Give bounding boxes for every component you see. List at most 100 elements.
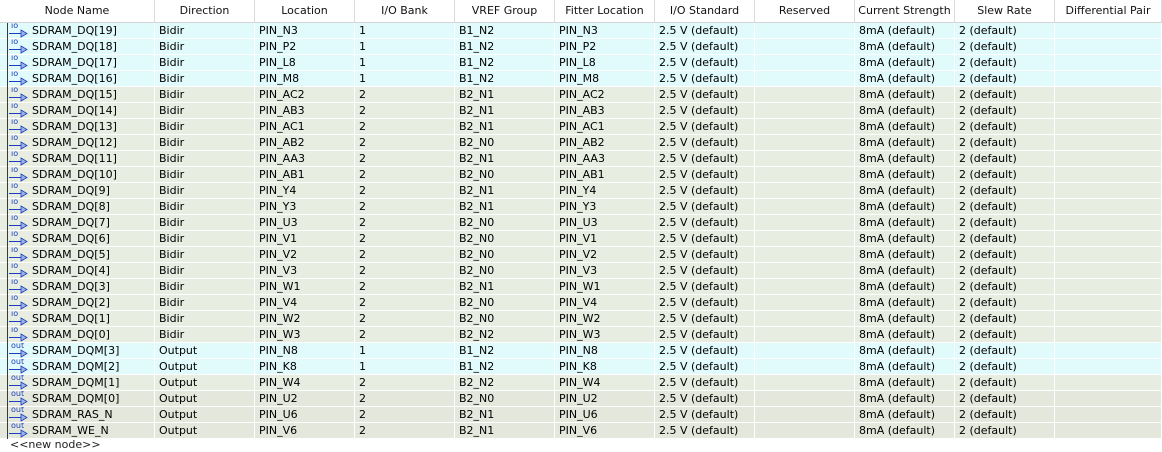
cell-differential-pair[interactable] [1055, 103, 1162, 119]
table-row[interactable]: io SDRAM_DQ[15] Bidir PIN_AC2 2 B2_N1 PIN_AC2 2… [0, 87, 1162, 103]
cell-io-standard[interactable]: 2.5 V (default) [655, 199, 755, 215]
cell-location[interactable]: PIN_AB3 [255, 103, 355, 119]
column-header-differential-pair[interactable]: Differential Pair [1055, 0, 1162, 22]
cell-io-bank[interactable]: 2 [355, 247, 455, 263]
cell-node-name[interactable]: io SDRAM_DQ[5] [0, 247, 155, 263]
cell-location[interactable]: PIN_U6 [255, 407, 355, 423]
cell-io-standard[interactable]: 2.5 V (default) [655, 263, 755, 279]
cell-differential-pair[interactable] [1055, 87, 1162, 103]
cell-node-name[interactable]: io SDRAM_DQ[15] [0, 87, 155, 103]
cell-io-bank[interactable]: 2 [355, 167, 455, 183]
cell-current-strength[interactable]: 8mA (default) [855, 343, 955, 359]
cell-differential-pair[interactable] [1055, 183, 1162, 199]
cell-slew-rate[interactable]: 2 (default) [955, 391, 1055, 407]
cell-fitter-location[interactable]: PIN_Y4 [555, 183, 655, 199]
cell-location[interactable]: PIN_V6 [255, 423, 355, 439]
cell-vref-group[interactable]: B2_N2 [455, 327, 555, 343]
cell-location[interactable]: PIN_AC1 [255, 119, 355, 135]
cell-current-strength[interactable]: 8mA (default) [855, 23, 955, 39]
cell-io-standard[interactable]: 2.5 V (default) [655, 87, 755, 103]
cell-fitter-location[interactable]: PIN_V1 [555, 231, 655, 247]
cell-current-strength[interactable]: 8mA (default) [855, 247, 955, 263]
cell-direction[interactable]: Bidir [155, 295, 255, 311]
cell-fitter-location[interactable]: PIN_AB2 [555, 135, 655, 151]
cell-location[interactable]: PIN_P2 [255, 39, 355, 55]
cell-slew-rate[interactable]: 2 (default) [955, 87, 1055, 103]
cell-io-standard[interactable]: 2.5 V (default) [655, 375, 755, 391]
cell-current-strength[interactable]: 8mA (default) [855, 55, 955, 71]
cell-reserved[interactable] [755, 23, 855, 39]
cell-reserved[interactable] [755, 55, 855, 71]
cell-location[interactable]: PIN_W4 [255, 375, 355, 391]
cell-io-standard[interactable]: 2.5 V (default) [655, 119, 755, 135]
cell-location[interactable]: PIN_U3 [255, 215, 355, 231]
cell-node-name[interactable]: io SDRAM_DQ[9] [0, 183, 155, 199]
cell-io-standard[interactable]: 2.5 V (default) [655, 247, 755, 263]
cell-fitter-location[interactable]: PIN_V6 [555, 423, 655, 439]
cell-slew-rate[interactable]: 2 (default) [955, 407, 1055, 423]
cell-current-strength[interactable]: 8mA (default) [855, 391, 955, 407]
cell-differential-pair[interactable] [1055, 247, 1162, 263]
table-row[interactable]: io SDRAM_DQ[1] Bidir PIN_W2 2 B2_N0 PIN_W2 2.5 … [0, 311, 1162, 327]
cell-location[interactable]: PIN_AA3 [255, 151, 355, 167]
table-row[interactable]: out SDRAM_DQM[2] Output PIN_K8 1 B1_N2 PIN_K8 2… [0, 359, 1162, 375]
cell-io-bank[interactable]: 1 [355, 55, 455, 71]
cell-direction[interactable]: Bidir [155, 215, 255, 231]
table-row[interactable]: io SDRAM_DQ[12] Bidir PIN_AB2 2 B2_N0 PIN_AB2 2… [0, 135, 1162, 151]
cell-direction[interactable]: Output [155, 375, 255, 391]
cell-current-strength[interactable]: 8mA (default) [855, 87, 955, 103]
cell-io-bank[interactable]: 2 [355, 231, 455, 247]
cell-io-bank[interactable]: 2 [355, 423, 455, 439]
cell-direction[interactable]: Bidir [155, 279, 255, 295]
cell-vref-group[interactable]: B2_N0 [455, 263, 555, 279]
cell-node-name[interactable]: io SDRAM_DQ[14] [0, 103, 155, 119]
cell-slew-rate[interactable]: 2 (default) [955, 311, 1055, 327]
cell-reserved[interactable] [755, 247, 855, 263]
cell-reserved[interactable] [755, 375, 855, 391]
cell-io-standard[interactable]: 2.5 V (default) [655, 343, 755, 359]
cell-node-name[interactable]: io SDRAM_DQ[1] [0, 311, 155, 327]
cell-vref-group[interactable]: B2_N0 [455, 295, 555, 311]
cell-slew-rate[interactable]: 2 (default) [955, 247, 1055, 263]
cell-location[interactable]: PIN_AC2 [255, 87, 355, 103]
cell-io-bank[interactable]: 2 [355, 87, 455, 103]
cell-current-strength[interactable]: 8mA (default) [855, 375, 955, 391]
cell-direction[interactable]: Bidir [155, 55, 255, 71]
cell-io-bank[interactable]: 2 [355, 103, 455, 119]
cell-reserved[interactable] [755, 103, 855, 119]
cell-differential-pair[interactable] [1055, 151, 1162, 167]
cell-slew-rate[interactable]: 2 (default) [955, 151, 1055, 167]
column-header-vref-group[interactable]: VREF Group [455, 0, 555, 22]
cell-io-bank[interactable]: 1 [355, 39, 455, 55]
table-row[interactable]: io SDRAM_DQ[19] Bidir PIN_N3 1 B1_N2 PIN_N3 2.5… [0, 23, 1162, 39]
cell-current-strength[interactable]: 8mA (default) [855, 295, 955, 311]
cell-io-bank[interactable]: 2 [355, 199, 455, 215]
cell-fitter-location[interactable]: PIN_U2 [555, 391, 655, 407]
cell-io-bank[interactable]: 2 [355, 119, 455, 135]
cell-vref-group[interactable]: B2_N2 [455, 375, 555, 391]
cell-fitter-location[interactable]: PIN_W1 [555, 279, 655, 295]
cell-location[interactable]: PIN_M8 [255, 71, 355, 87]
cell-vref-group[interactable]: B2_N1 [455, 151, 555, 167]
cell-vref-group[interactable]: B1_N2 [455, 39, 555, 55]
column-header-node-name[interactable]: Node Name [0, 0, 155, 22]
cell-io-standard[interactable]: 2.5 V (default) [655, 71, 755, 87]
table-row[interactable]: io SDRAM_DQ[14] Bidir PIN_AB3 2 B2_N1 PIN_AB3 2… [0, 103, 1162, 119]
cell-differential-pair[interactable] [1055, 167, 1162, 183]
table-row[interactable]: io SDRAM_DQ[16] Bidir PIN_M8 1 B1_N2 PIN_M8 2.5… [0, 71, 1162, 87]
cell-reserved[interactable] [755, 183, 855, 199]
cell-reserved[interactable] [755, 359, 855, 375]
table-row[interactable]: io SDRAM_DQ[17] Bidir PIN_L8 1 B1_N2 PIN_L8 2.5… [0, 55, 1162, 71]
cell-differential-pair[interactable] [1055, 423, 1162, 439]
cell-current-strength[interactable]: 8mA (default) [855, 231, 955, 247]
cell-location[interactable]: PIN_V3 [255, 263, 355, 279]
table-row[interactable]: io SDRAM_DQ[6] Bidir PIN_V1 2 B2_N0 PIN_V1 2.5 … [0, 231, 1162, 247]
cell-node-name[interactable]: io SDRAM_DQ[3] [0, 279, 155, 295]
cell-location[interactable]: PIN_V4 [255, 295, 355, 311]
cell-reserved[interactable] [755, 87, 855, 103]
cell-current-strength[interactable]: 8mA (default) [855, 407, 955, 423]
cell-current-strength[interactable]: 8mA (default) [855, 103, 955, 119]
cell-location[interactable]: PIN_U2 [255, 391, 355, 407]
cell-fitter-location[interactable]: PIN_N8 [555, 343, 655, 359]
cell-fitter-location[interactable]: PIN_U6 [555, 407, 655, 423]
